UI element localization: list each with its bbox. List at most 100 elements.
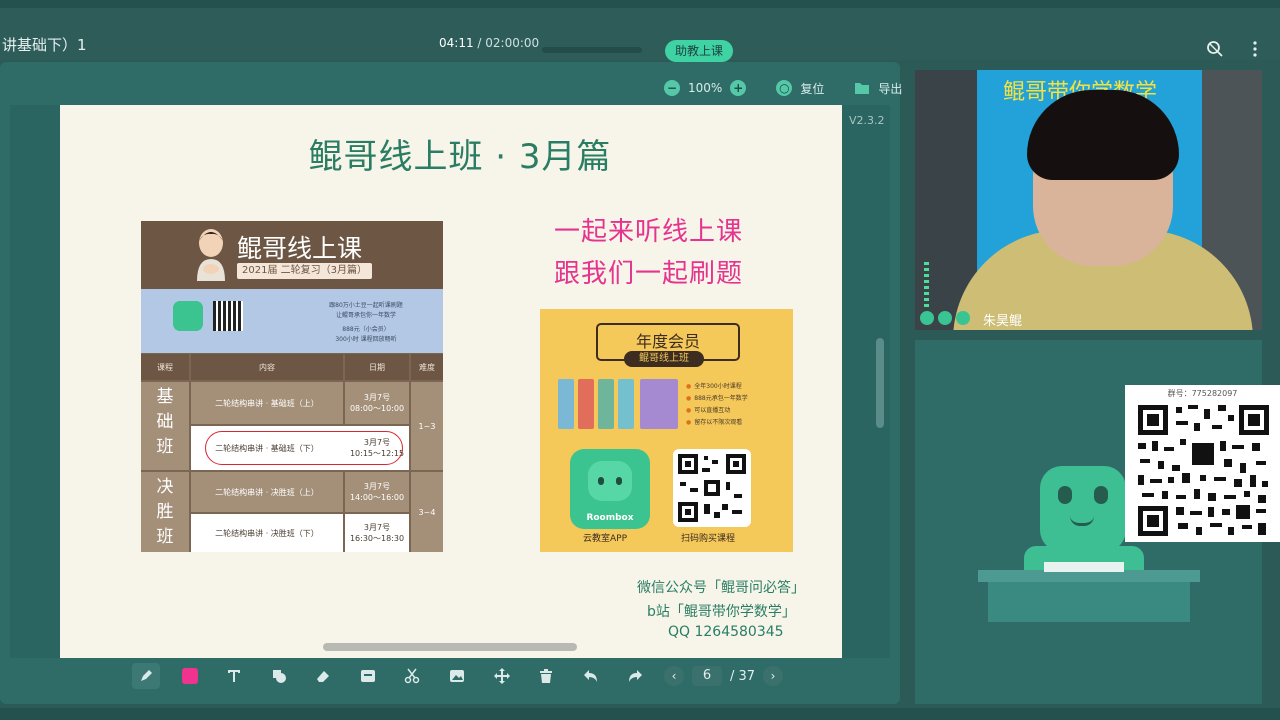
group-final-char-2: 胜 <box>156 502 174 522</box>
promo-line-4: 300小时 课程回放畅听 <box>335 336 397 343</box>
teacher-avatar-icon <box>197 229 225 281</box>
benefit-2: 888元承包一年数学 <box>686 393 747 405</box>
student-video: 鲲哥带你学数学 <box>915 70 1262 330</box>
table-row: 二轮结构串讲 · 决胜班（上） <box>191 472 343 512</box>
user-icon[interactable] <box>956 311 970 325</box>
schedule-title: 鲲哥线上课 <box>237 234 363 263</box>
zoom-in-icon[interactable]: + <box>730 80 747 96</box>
row-3-time: 14:00～16:00 <box>349 493 405 502</box>
lesson-timer: 04:11 / 02:00:00 <box>439 36 539 50</box>
group-basic-char-2: 础 <box>156 412 174 432</box>
shape-icon[interactable] <box>265 663 293 689</box>
benefit-1: 全年300小时课程 <box>686 381 748 393</box>
membership-poster: 年度会员 鲲哥线上班 全年300小时课程 888元承包一年数学 可以直播互动 留… <box>540 309 793 552</box>
slogan-line-2: 跟我们一起刷题 <box>554 259 744 289</box>
undo-icon[interactable] <box>577 663 605 689</box>
roombox-face <box>588 461 632 501</box>
book-2 <box>578 379 594 429</box>
pen-icon[interactable] <box>132 663 160 689</box>
camera-icon[interactable] <box>938 311 952 325</box>
next-page-icon[interactable]: › <box>763 666 784 686</box>
delete-icon[interactable] <box>532 663 560 689</box>
qr-code-icon <box>213 301 243 331</box>
row-3-day: 3月7号 <box>363 482 391 491</box>
membership-tag: 鲲哥线上班 <box>624 351 704 367</box>
book-5 <box>640 379 678 429</box>
export-icon[interactable] <box>854 81 870 95</box>
elapsed-time: 04:11 <box>439 36 474 50</box>
benefit-3: 可以直播互动 <box>686 405 748 417</box>
roombox-eye-right <box>616 477 622 485</box>
redo-icon[interactable] <box>621 663 649 689</box>
timer-separator: / <box>473 36 486 50</box>
top-bar: 讲基础下）1 04:11 / 02:00:00 助教上课 <box>0 0 1280 63</box>
schedule-poster: 鲲哥线上课 2021届 二轮复习（3月篇） 跟80万小土豆一起听课刷题 让鲲哥承… <box>141 221 443 552</box>
promo-line-2: 让鲲哥承包你一年数学 <box>335 312 396 319</box>
board-icon[interactable] <box>354 663 382 689</box>
page-navigator: ‹ 6 / 37 › <box>664 664 784 688</box>
text-icon[interactable] <box>220 663 248 689</box>
vertical-scrollbar[interactable] <box>876 338 884 428</box>
slide: 鲲哥线上班 · 3月篇 一起来听线上课 跟我们一起刷题 鲲哥线上课 2021届 … <box>60 105 842 658</box>
header-course: 课程 <box>141 354 189 380</box>
group-label-basic: 基 础 班 <box>141 382 189 470</box>
book-4 <box>618 379 634 429</box>
group-basic-char-3: 班 <box>156 437 174 457</box>
prev-page-icon[interactable]: ‹ <box>664 666 684 686</box>
current-page-input[interactable]: 6 <box>692 666 722 686</box>
group-number: 群号：775282097 <box>1167 389 1238 398</box>
color-swatch-icon[interactable] <box>176 663 204 689</box>
difficulty-basic: 1~3 <box>411 382 443 470</box>
zoom-out-icon[interactable]: − <box>664 80 680 96</box>
scissors-icon[interactable] <box>398 663 426 689</box>
search-off-icon[interactable] <box>1206 40 1224 63</box>
video-status-icons <box>920 311 970 325</box>
row-4-time: 16:30～18:30 <box>349 534 405 543</box>
mascot-eye-right <box>1094 486 1108 504</box>
assistant-teaching-button[interactable]: 助教上课 <box>665 40 733 62</box>
app-caption: 云教室APP <box>583 534 628 544</box>
image-icon[interactable] <box>443 663 471 689</box>
more-vertical-icon[interactable] <box>1246 40 1264 63</box>
reset-icon[interactable]: ○ <box>776 80 793 96</box>
roombox-eye-left <box>598 477 604 485</box>
mascot-mouth <box>1070 516 1094 526</box>
reset-button[interactable]: 复位 <box>800 80 824 97</box>
roombox-name: Roombox <box>586 513 634 523</box>
book-1 <box>558 379 574 429</box>
row-4-date: 3月7号 16:30～18:30 <box>345 514 409 552</box>
move-icon[interactable] <box>488 663 516 689</box>
qq-contact: QQ 1264580345 <box>668 624 784 640</box>
total-pages: / 37 <box>730 668 756 684</box>
slogan-line-1: 一起来听线上课 <box>554 217 744 247</box>
header-date: 日期 <box>345 354 409 380</box>
promo-line-3: 888元（小会员） <box>342 326 390 333</box>
schedule-header: 鲲哥线上课 2021届 二轮复习（3月篇） <box>141 221 443 289</box>
mascot-eye-left <box>1058 486 1072 504</box>
eraser-icon[interactable] <box>309 663 337 689</box>
total-time: 02:00:00 <box>485 36 540 50</box>
row-2-time: 10:15～12:15 <box>349 449 405 458</box>
course-title: 讲基础下）1 <box>2 36 87 54</box>
group-qr-popup: 群号：775282097 <box>1125 385 1280 542</box>
group-final-char-1: 决 <box>156 477 174 497</box>
bottom-strip <box>0 708 1280 720</box>
row-1-time: 08:00～10:00 <box>349 404 405 413</box>
row-2-content: 二轮结构串讲 · 基础班（下） <box>215 443 319 453</box>
horizontal-scrollbar[interactable] <box>323 643 577 651</box>
row-3-date: 3月7号 14:00～16:00 <box>345 472 409 512</box>
group-qr-code-icon <box>1136 403 1271 538</box>
benefit-4: 留存以不限次观看 <box>686 417 748 429</box>
lesson-progress <box>542 47 642 53</box>
group-final-char-3: 班 <box>156 527 174 547</box>
membership-benefits: 全年300小时课程 888元承包一年数学 可以直播互动 留存以不限次观看 <box>686 381 748 429</box>
microphone-icon[interactable] <box>920 311 934 325</box>
row-2-date: 3月7号 10:15～12:15 <box>345 437 409 459</box>
slide-title: 鲲哥线上班 · 3月篇 <box>308 137 612 177</box>
row-1-day: 3月7号 <box>363 393 391 402</box>
roombox-logo-icon: Roombox <box>570 449 650 529</box>
export-button[interactable]: 导出 <box>878 80 902 97</box>
row-1-date: 3月7号 08:00～10:00 <box>345 382 409 424</box>
wechat-contact: 微信公众号「鲲哥问必答」 <box>637 580 805 596</box>
purchase-qr-code-icon <box>673 449 751 527</box>
